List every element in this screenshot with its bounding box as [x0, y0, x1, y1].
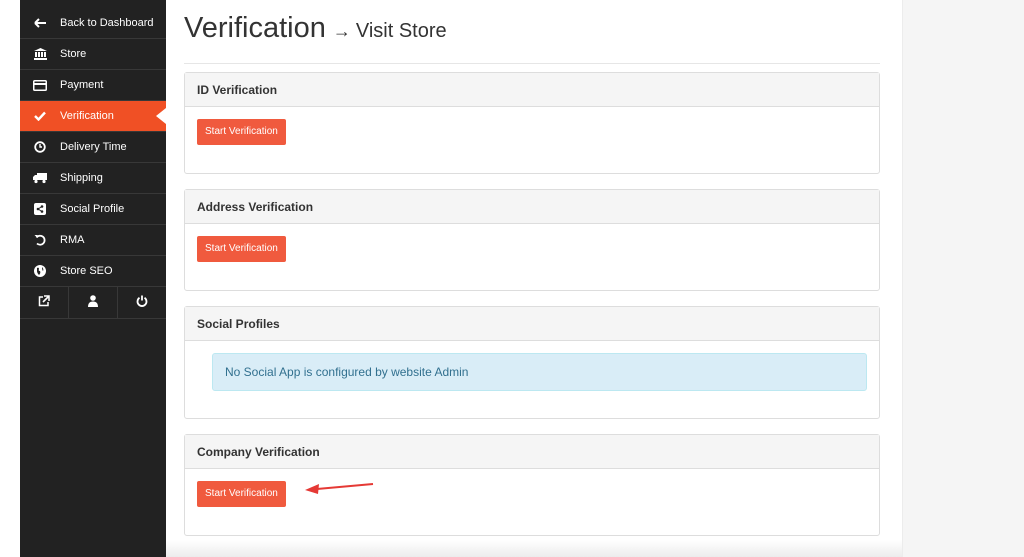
- sidebar-item-delivery-time[interactable]: Delivery Time: [20, 132, 166, 163]
- sidebar-item-label: Delivery Time: [60, 141, 127, 153]
- page-title-text: Verification: [184, 12, 326, 44]
- undo-icon: [20, 234, 60, 246]
- panel-heading: Address Verification: [185, 190, 879, 224]
- arrow-left-icon: [20, 18, 60, 28]
- panel-company-verification: Company Verification Start Verification: [184, 434, 880, 536]
- credit-card-icon: [20, 79, 60, 91]
- globe-icon: [20, 265, 60, 277]
- sidebar-item-label: Verification: [60, 110, 114, 122]
- sidebar-item-payment[interactable]: Payment: [20, 70, 166, 101]
- title-divider: [184, 63, 880, 64]
- start-company-verification-button[interactable]: Start Verification: [197, 481, 286, 507]
- sidebar-item-label: Store SEO: [60, 265, 113, 277]
- info-alert: No Social App is configured by website A…: [212, 353, 867, 391]
- bottom-shadow: [166, 540, 902, 557]
- sidebar-item-social-profile[interactable]: Social Profile: [20, 194, 166, 225]
- sidebar-item-label: Store: [60, 48, 87, 60]
- power-icon: [136, 294, 148, 312]
- visit-store-link[interactable]: Visit Store: [356, 20, 447, 43]
- truck-icon: [20, 172, 60, 184]
- external-link-icon: [38, 294, 50, 312]
- sidebar-footer: [20, 287, 166, 319]
- bank-icon: [20, 48, 60, 60]
- panel-heading: Company Verification: [185, 435, 879, 469]
- sidebar-item-store[interactable]: Store: [20, 39, 166, 70]
- sidebar-item-rma[interactable]: RMA: [20, 225, 166, 256]
- panel-heading: ID Verification: [185, 73, 879, 107]
- visit-store-button[interactable]: [20, 287, 69, 318]
- clock-icon: [20, 141, 60, 153]
- sidebar-item-store-seo[interactable]: Store SEO: [20, 256, 166, 287]
- sidebar-item-verification[interactable]: Verification: [20, 101, 166, 132]
- main-content: Verification → Visit Store ID Verificati…: [184, 0, 880, 536]
- sidebar-item-label: RMA: [60, 234, 85, 246]
- sidebar: Back to Dashboard Store Payment Verifica…: [20, 0, 166, 557]
- sidebar-item-label: Shipping: [60, 172, 103, 184]
- sidebar-item-shipping[interactable]: Shipping: [20, 163, 166, 194]
- share-icon: [20, 203, 60, 215]
- page-title: Verification → Visit Store: [184, 12, 880, 52]
- panel-id-verification: ID Verification Start Verification: [184, 72, 880, 174]
- panel-address-verification: Address Verification Start Verification: [184, 189, 880, 291]
- annotation-arrow-icon: [305, 483, 374, 494]
- start-address-verification-button[interactable]: Start Verification: [197, 236, 286, 262]
- panel-heading: Social Profiles: [185, 307, 879, 341]
- sidebar-item-label: Payment: [60, 79, 104, 91]
- sidebar-item-label: Social Profile: [60, 203, 125, 215]
- sidebar-item-back-to-dashboard[interactable]: Back to Dashboard: [20, 0, 166, 39]
- page-background-right: [902, 0, 1024, 557]
- check-icon: [20, 111, 60, 121]
- profile-button[interactable]: [69, 287, 118, 318]
- logout-button[interactable]: [118, 287, 166, 318]
- sidebar-item-label: Back to Dashboard: [60, 17, 154, 29]
- panel-social-profiles: Social Profiles No Social App is configu…: [184, 306, 880, 419]
- start-id-verification-button[interactable]: Start Verification: [197, 119, 286, 145]
- user-icon: [88, 294, 98, 312]
- arrow-right-icon: →: [332, 21, 351, 41]
